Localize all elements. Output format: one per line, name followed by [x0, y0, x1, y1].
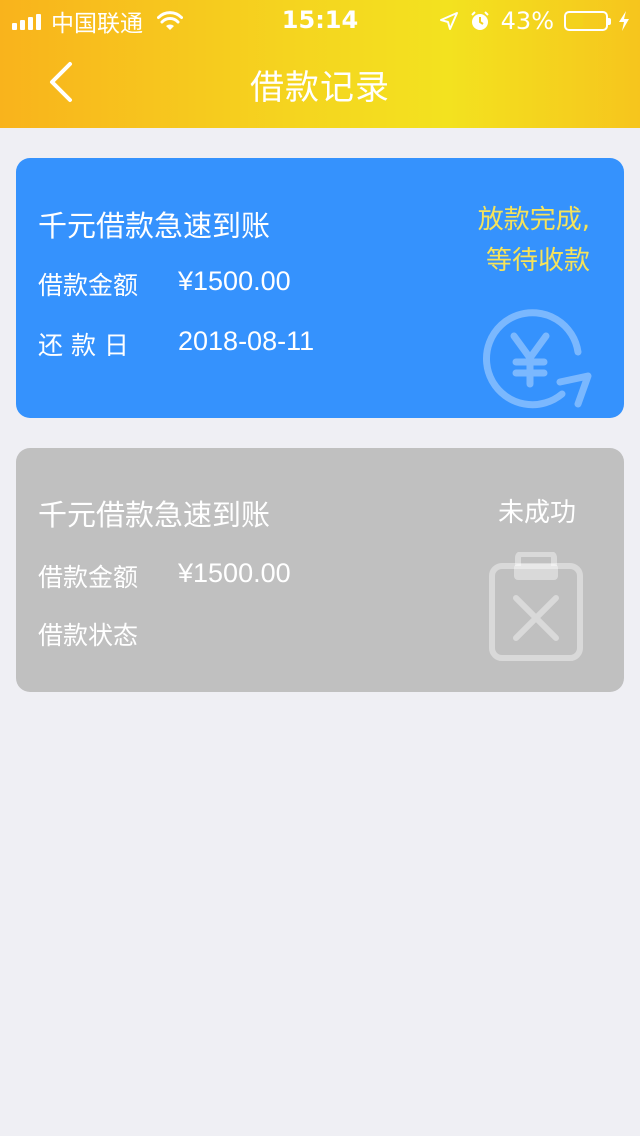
repayment-date-row: 还 款 日 2018-08-11	[38, 326, 314, 362]
loan-status-row: 借款状态	[38, 616, 178, 652]
loan-amount-label: 借款金额	[38, 563, 139, 592]
loan-product-title: 千元借款急速到账	[38, 498, 271, 532]
page-title: 借款记录	[250, 68, 390, 108]
battery-percent: 43%	[500, 7, 554, 35]
loan-status-line-2: 等待收款	[485, 246, 590, 276]
loan-status-label: 借款状态	[38, 621, 139, 650]
loan-record-card[interactable]: 千元借款急速到账 借款金额 ¥1500.00 还 款 日 2018-08-11 …	[16, 158, 624, 418]
clipboard-failed-icon	[489, 552, 583, 661]
battery-level	[568, 15, 583, 27]
app-header: 中国联通 15:14 43% 借款记录	[0, 0, 640, 128]
repayment-date-label: 还 款 日	[38, 331, 129, 360]
status-bar: 中国联通 15:14 43%	[0, 0, 640, 40]
loan-amount-row: 借款金额 ¥1500.00	[38, 558, 291, 594]
loan-amount-row: 借款金额 ¥1500.00	[38, 266, 291, 302]
loan-status-text: 未成功	[497, 498, 576, 528]
loan-amount-value: ¥1500.00	[178, 558, 291, 588]
loan-amount-label: 借款金额	[38, 271, 139, 300]
loan-amount-value: ¥1500.00	[178, 266, 291, 296]
repayment-date-value: 2018-08-11	[178, 326, 315, 356]
alarm-icon	[470, 11, 489, 30]
status-bar-right: 43%	[439, 6, 630, 36]
loan-status-line-1: 放款完成,	[477, 205, 590, 235]
loan-product-title: 千元借款急速到账	[38, 209, 271, 243]
location-arrow-icon	[439, 12, 458, 30]
loan-status-text: 放款完成, 等待收款	[430, 200, 590, 282]
battery-icon	[564, 11, 611, 31]
charging-bolt-icon	[619, 11, 629, 31]
nav-bar: 借款记录	[0, 40, 640, 128]
yen-refresh-icon	[483, 309, 592, 409]
loan-record-card[interactable]: 千元借款急速到账 借款金额 ¥1500.00 借款状态 未成功	[16, 448, 624, 692]
